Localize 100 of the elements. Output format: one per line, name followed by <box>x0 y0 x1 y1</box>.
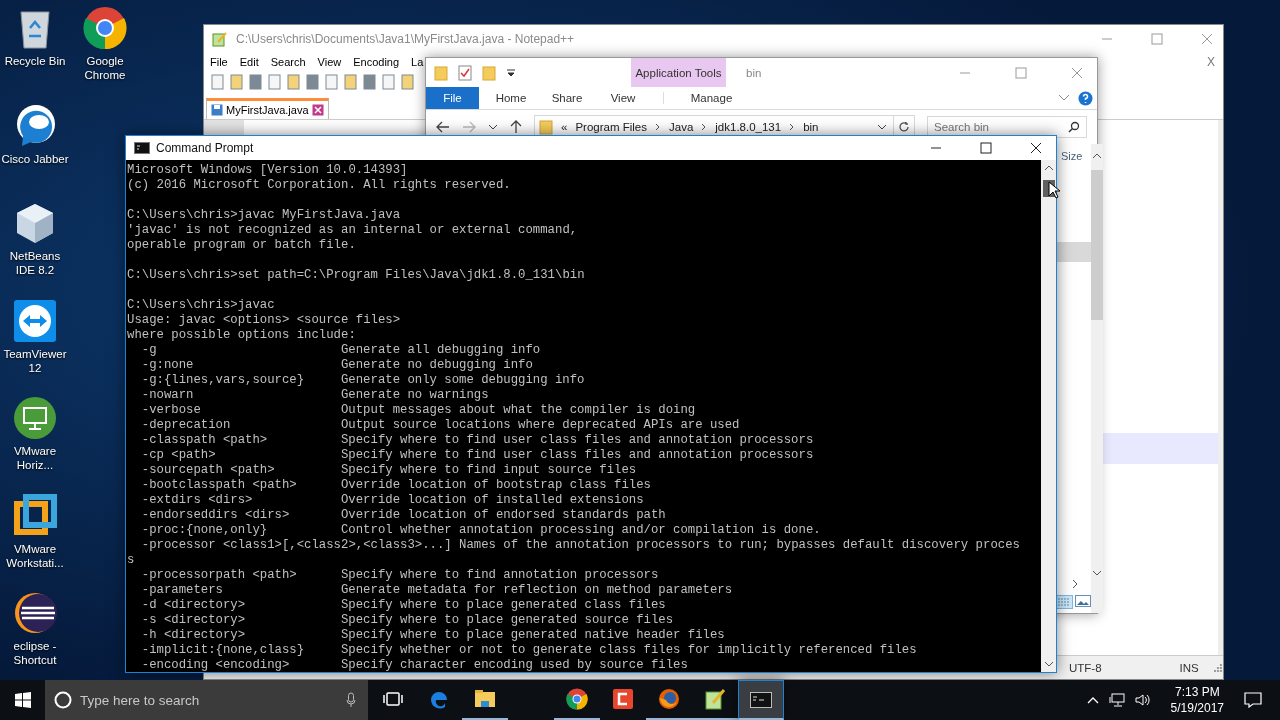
squares-icon[interactable] <box>13 493 57 538</box>
ribbon-tab[interactable]: Share <box>543 92 591 104</box>
column-header[interactable]: Size <box>1061 150 1091 162</box>
desktop-icon-label: Cisco Jabber <box>1 151 69 166</box>
picture-view-icon[interactable] <box>1075 595 1091 607</box>
app-icon <box>612 688 634 710</box>
folder-icon <box>474 689 496 709</box>
folder-icon <box>539 119 553 135</box>
network-icon[interactable] <box>1108 693 1125 707</box>
menu-item[interactable]: La <box>411 56 424 68</box>
browser-icon <box>566 688 588 710</box>
menu-item[interactable]: File <box>210 56 228 68</box>
breadcrumb[interactable]: Program Files <box>575 121 647 133</box>
selected-row[interactable] <box>1055 242 1091 262</box>
notification-icon[interactable] <box>1244 692 1262 708</box>
scroll-right-icon[interactable] <box>1071 579 1079 589</box>
console-line: (c) 2016 Microsoft Corporation. All rights reserved. <box>127 178 512 193</box>
ribbon-tab[interactable]: Home <box>487 92 535 104</box>
dropdown-icon[interactable] <box>506 67 516 78</box>
close-icon[interactable] <box>1030 142 1042 154</box>
desktop-icon-label: Google Chrome <box>83 54 127 82</box>
scroll-down-icon[interactable] <box>1043 660 1054 668</box>
console-line: operable program or batch file. <box>127 238 357 253</box>
chevron-down-icon[interactable] <box>877 123 887 131</box>
console-line: 'javac' is not recognized as an internal or external command, <box>127 223 579 238</box>
option-description: Override location of endorsed standards path <box>341 508 666 522</box>
console-line: Usage: javac <options> <source files> <box>127 313 402 328</box>
option-description: Specify where to place generated native header files <box>341 628 725 642</box>
console-line: C:\Users\chris>set path=C:\Program Files\Java\jdk1.8.0_131\bin <box>127 268 586 283</box>
desktop-icon-label: VMware Horiz... <box>12 444 58 472</box>
toolbar-icon[interactable] <box>305 74 320 90</box>
toolbar-icon[interactable] <box>362 74 377 90</box>
option-description: Specify character encoding used by source files <box>341 658 688 672</box>
menu-item[interactable]: Search <box>270 56 306 68</box>
clock-date: 5/19/2017 <box>1170 700 1224 716</box>
option-name: -bootclasspath <path> <box>141 478 298 493</box>
chevron-right-icon <box>655 123 661 131</box>
volume-icon[interactable] <box>1134 693 1151 707</box>
path-overflow[interactable]: « <box>561 121 568 133</box>
scrollbar-thumb[interactable] <box>1091 170 1103 320</box>
ribbon-tab[interactable]: View <box>599 92 647 104</box>
search-icon <box>1068 121 1080 133</box>
option-name: -parameters <box>141 583 224 598</box>
browser-icon[interactable] <box>83 6 127 50</box>
option-name: -d <directory> <box>141 598 247 613</box>
properties-icon[interactable] <box>458 64 472 81</box>
option-name: -g <box>141 343 158 358</box>
option-name: -g:none <box>141 358 195 373</box>
console-line: C:\Users\chris>javac <box>127 298 276 313</box>
option-description: Control whether annotation processing and/or compilation is done. <box>341 523 821 537</box>
chevron-down-icon[interactable] <box>488 123 498 131</box>
search-field[interactable]: Type here to search <box>45 680 368 720</box>
clock[interactable]: 7:13 PM 5/19/2017 <box>1170 684 1224 716</box>
option-name: -sourcepath <path> <box>141 463 276 478</box>
option-description: Generate no warnings <box>341 388 489 402</box>
breadcrumb[interactable]: Java <box>669 121 694 133</box>
desktop-icon-label: Recycle Bin <box>3 54 67 68</box>
option-description: Generate no debugging info <box>341 358 533 372</box>
breadcrumb[interactable]: jdk1.8.0_131 <box>715 121 782 133</box>
taskbar-button[interactable] <box>738 680 784 720</box>
document-tab[interactable]: MyFirstJava.java <box>206 98 329 119</box>
console-line: -processor <class1>[,<class2>,<class3>...] Names of the annotation processors to run; bypasses default discovery proces <box>140 538 1021 553</box>
toolbar-icon[interactable] <box>248 74 263 90</box>
desktop-icon-label: eclipse - Shortcut <box>12 639 58 667</box>
terminal-icon <box>750 691 772 708</box>
monitor-icon[interactable] <box>13 396 57 440</box>
option-description: Output messages about what the compiler is doing <box>341 403 696 417</box>
up-arrow-icon[interactable] <box>510 120 522 134</box>
window-title: C:\Users\chris\Documents\Java1\MyFirstJava.java - Notepad++ <box>236 32 575 46</box>
desktop-icon-label: TeamViewer 12 <box>2 346 68 375</box>
breadcrumb[interactable]: bin <box>803 121 819 133</box>
context-tab[interactable]: Manage <box>663 92 759 104</box>
refresh-icon <box>898 121 910 133</box>
back-arrow-icon[interactable] <box>436 121 450 133</box>
option-name: -extdirs <dirs> <box>141 493 254 508</box>
help-icon[interactable] <box>1078 90 1093 106</box>
microphone-icon[interactable] <box>346 692 356 708</box>
file-tab[interactable]: File <box>426 87 479 109</box>
console-line: s <box>127 553 136 568</box>
eclipse-icon[interactable] <box>13 591 57 635</box>
circle-icon <box>54 691 72 709</box>
option-name: -classpath <path> <box>141 433 269 448</box>
scroll-down-icon[interactable] <box>1092 569 1102 577</box>
menu-item[interactable]: Edit <box>239 56 259 68</box>
close-document-button[interactable]: X <box>1207 55 1215 69</box>
status-encoding: UTF-8 <box>1068 661 1103 674</box>
window-title: Command Prompt <box>156 141 254 155</box>
option-description: Specify where to find user class files and annotation processors <box>341 448 814 462</box>
scroll-up-icon[interactable] <box>1092 152 1102 160</box>
menu-item[interactable]: Encoding <box>353 56 400 68</box>
option-name: -nowarn <box>141 388 195 403</box>
notepad-icon <box>212 31 228 47</box>
chevron-right-icon <box>701 123 708 131</box>
option-name: -encoding <encoding> <box>141 658 291 672</box>
option-description: Output source locations where deprecated APIs are used <box>341 418 740 432</box>
terminal-icon <box>134 142 150 154</box>
menu-item[interactable]: View <box>317 56 342 68</box>
maximize-icon[interactable] <box>980 142 992 154</box>
scroll-up-icon[interactable] <box>1043 164 1054 172</box>
caret-up-icon[interactable] <box>1086 696 1099 704</box>
